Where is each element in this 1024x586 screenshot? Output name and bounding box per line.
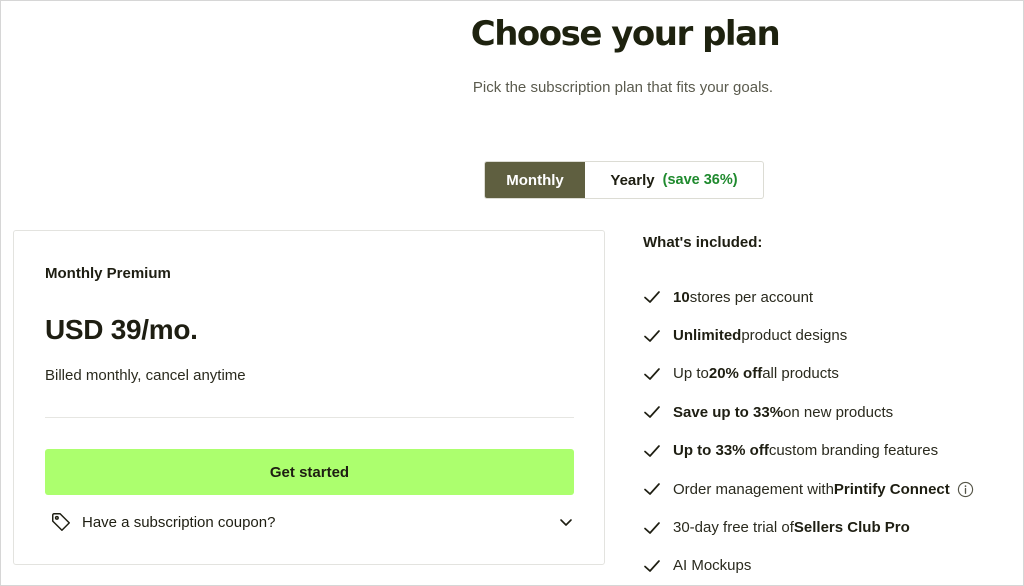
plan-price: USD 39/mo. xyxy=(45,314,198,345)
plan-billing-note: Billed monthly, cancel anytime xyxy=(45,367,246,384)
feature-highlight: Up to 33% off xyxy=(673,442,769,460)
feature-highlight: Sellers Club Pro xyxy=(793,519,910,537)
yearly-save-badge: (save 36%) xyxy=(662,172,738,188)
feature-item: 30-day free trial of Sellers Club Pro xyxy=(643,508,1013,546)
plan-card: Monthly Premium USD 39/mo. Billed monthl… xyxy=(13,230,605,565)
check-icon xyxy=(644,444,660,457)
page-title: Choose your plan xyxy=(470,14,781,54)
check-icon xyxy=(644,329,660,342)
plan-name: Monthly Premium xyxy=(45,265,171,282)
check-icon xyxy=(644,521,660,534)
check-icon xyxy=(644,560,660,572)
billing-period-toggle: Monthly Yearly (save 36%) xyxy=(484,161,764,199)
feature-text: Up to xyxy=(673,365,709,383)
feature-highlight: Unlimited xyxy=(673,327,742,345)
toggle-monthly-option[interactable]: Monthly xyxy=(485,162,585,198)
feature-text: AI Mockups xyxy=(673,557,752,575)
tag-icon xyxy=(52,513,70,531)
feature-item: Up to 33% off custom branding features xyxy=(643,432,1013,470)
toggle-monthly-label: Monthly xyxy=(506,171,564,189)
toggle-yearly-option[interactable]: Yearly (save 36%) xyxy=(585,162,763,198)
check-icon xyxy=(644,406,660,419)
feature-text: Order management with xyxy=(673,480,834,498)
feature-item: Save up to 33% on new products xyxy=(643,393,1013,431)
feature-item: Up to 20% off all products xyxy=(643,355,1013,393)
check-icon xyxy=(644,368,660,380)
feature-text: product designs xyxy=(741,327,848,345)
feature-item: AI Mockups xyxy=(643,547,1013,585)
included-heading: What's included: xyxy=(643,234,763,251)
get-started-button[interactable]: Get started xyxy=(45,449,574,495)
feature-item: Order management with Printify Connect xyxy=(643,470,1013,508)
info-icon[interactable] xyxy=(957,481,974,498)
toggle-yearly-label: Yearly xyxy=(610,171,655,189)
feature-text: 30-day free trial of xyxy=(673,519,794,537)
check-icon xyxy=(644,291,660,304)
check-icon xyxy=(644,483,660,495)
feature-item: 10 stores per account xyxy=(643,278,1013,316)
feature-highlight: 10 xyxy=(673,288,690,306)
page-subtitle: Pick the subscription plan that fits you… xyxy=(472,79,774,96)
feature-text: on new products xyxy=(783,403,894,421)
coupon-expander[interactable]: Have a subscription coupon? xyxy=(50,509,574,535)
feature-text: stores per account xyxy=(689,288,814,306)
coupon-label: Have a subscription coupon? xyxy=(82,513,276,531)
plan-divider xyxy=(45,417,574,418)
feature-text: all products xyxy=(762,365,839,383)
feature-item: Unlimited product designs xyxy=(643,316,1013,354)
feature-text: custom branding features xyxy=(768,442,939,460)
chevron-down-icon xyxy=(560,519,572,526)
feature-list: 10 stores per account Unlimited product d… xyxy=(643,278,1013,585)
included-features: What's included: 10 stores per account Un… xyxy=(643,233,1013,585)
feature-highlight: Save up to 33% xyxy=(673,403,784,421)
feature-highlight: 20% off xyxy=(708,365,763,383)
feature-highlight: Printify Connect xyxy=(833,480,950,498)
